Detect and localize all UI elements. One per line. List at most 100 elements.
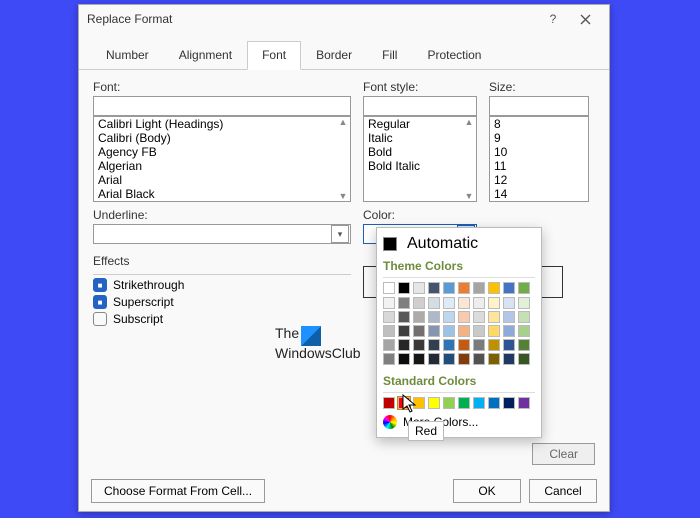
color-swatch[interactable] bbox=[443, 311, 455, 323]
color-swatch[interactable] bbox=[488, 353, 500, 365]
cancel-button[interactable]: Cancel bbox=[529, 479, 597, 503]
close-button[interactable] bbox=[569, 7, 601, 31]
font-item[interactable]: Algerian bbox=[94, 159, 350, 173]
color-swatch[interactable] bbox=[443, 339, 455, 351]
color-swatch[interactable] bbox=[473, 397, 485, 409]
style-item[interactable]: Bold Italic bbox=[364, 159, 476, 173]
color-swatch[interactable] bbox=[488, 282, 500, 294]
font-style-listbox[interactable]: Regular Italic Bold Bold Italic ▲▼ bbox=[363, 116, 477, 202]
color-swatch[interactable] bbox=[458, 325, 470, 337]
color-swatch[interactable] bbox=[443, 397, 455, 409]
font-input[interactable] bbox=[93, 96, 351, 116]
color-swatch[interactable] bbox=[413, 297, 425, 309]
size-listbox[interactable]: 8 9 10 11 12 14 bbox=[489, 116, 589, 202]
color-swatch[interactable] bbox=[458, 282, 470, 294]
color-swatch[interactable] bbox=[428, 282, 440, 294]
color-swatch[interactable] bbox=[413, 339, 425, 351]
color-swatch[interactable] bbox=[518, 339, 530, 351]
font-item[interactable]: Agency FB bbox=[94, 145, 350, 159]
color-swatch[interactable] bbox=[503, 339, 515, 351]
color-swatch[interactable] bbox=[488, 339, 500, 351]
tab-number[interactable]: Number bbox=[91, 41, 164, 69]
color-swatch[interactable] bbox=[488, 297, 500, 309]
color-swatch[interactable] bbox=[473, 282, 485, 294]
color-swatch[interactable] bbox=[428, 311, 440, 323]
color-swatch[interactable] bbox=[503, 325, 515, 337]
font-item[interactable]: Calibri Light (Headings) bbox=[94, 117, 350, 131]
more-colors-item[interactable]: More Colors... bbox=[383, 413, 535, 431]
underline-combo[interactable]: ▾ bbox=[93, 224, 351, 244]
color-swatch[interactable] bbox=[428, 297, 440, 309]
scrollbar[interactable]: ▲▼ bbox=[336, 117, 350, 201]
color-swatch[interactable] bbox=[383, 397, 395, 409]
color-swatch[interactable] bbox=[413, 282, 425, 294]
color-swatch[interactable] bbox=[383, 311, 395, 323]
color-swatch[interactable] bbox=[443, 353, 455, 365]
style-item[interactable]: Bold bbox=[364, 145, 476, 159]
color-swatch[interactable] bbox=[488, 311, 500, 323]
style-item[interactable]: Italic bbox=[364, 131, 476, 145]
color-swatch[interactable] bbox=[398, 325, 410, 337]
color-swatch[interactable] bbox=[503, 311, 515, 323]
font-item[interactable]: Arial bbox=[94, 173, 350, 187]
color-swatch[interactable] bbox=[518, 311, 530, 323]
tab-border[interactable]: Border bbox=[301, 41, 367, 69]
color-swatch[interactable] bbox=[383, 339, 395, 351]
color-swatch[interactable] bbox=[383, 325, 395, 337]
color-swatch[interactable] bbox=[413, 325, 425, 337]
color-swatch[interactable] bbox=[488, 325, 500, 337]
strikethrough-checkbox[interactable]: Strikethrough bbox=[93, 278, 351, 292]
font-item[interactable]: Calibri (Body) bbox=[94, 131, 350, 145]
color-swatch[interactable] bbox=[473, 297, 485, 309]
tab-font[interactable]: Font bbox=[247, 41, 301, 70]
color-swatch[interactable] bbox=[473, 325, 485, 337]
color-swatch[interactable] bbox=[503, 353, 515, 365]
color-swatch[interactable] bbox=[458, 353, 470, 365]
clear-button[interactable]: Clear bbox=[532, 443, 595, 465]
ok-button[interactable]: OK bbox=[453, 479, 521, 503]
color-swatch[interactable] bbox=[503, 297, 515, 309]
chevron-down-icon[interactable]: ▾ bbox=[331, 225, 349, 243]
font-style-input[interactable] bbox=[363, 96, 477, 116]
color-swatch[interactable] bbox=[473, 339, 485, 351]
color-swatch[interactable] bbox=[428, 353, 440, 365]
color-swatch[interactable] bbox=[518, 353, 530, 365]
size-input[interactable] bbox=[489, 96, 589, 116]
subscript-checkbox[interactable]: Subscript bbox=[93, 312, 351, 326]
color-swatch[interactable] bbox=[458, 311, 470, 323]
color-swatch[interactable] bbox=[398, 339, 410, 351]
color-swatch[interactable] bbox=[458, 297, 470, 309]
help-button[interactable]: ? bbox=[537, 7, 569, 31]
superscript-checkbox[interactable]: Superscript bbox=[93, 295, 351, 309]
color-swatch[interactable] bbox=[473, 353, 485, 365]
style-item[interactable]: Regular bbox=[364, 117, 476, 131]
color-swatch[interactable] bbox=[413, 311, 425, 323]
color-swatch[interactable] bbox=[383, 353, 395, 365]
color-swatch[interactable] bbox=[503, 397, 515, 409]
automatic-color-item[interactable]: Automatic bbox=[383, 232, 535, 256]
tab-protection[interactable]: Protection bbox=[412, 41, 496, 69]
color-swatch[interactable] bbox=[428, 339, 440, 351]
color-swatch[interactable] bbox=[458, 339, 470, 351]
tab-alignment[interactable]: Alignment bbox=[164, 41, 247, 69]
color-swatch[interactable] bbox=[443, 297, 455, 309]
color-swatch[interactable] bbox=[443, 325, 455, 337]
color-swatch[interactable] bbox=[398, 297, 410, 309]
color-swatch[interactable] bbox=[488, 397, 500, 409]
color-swatch[interactable] bbox=[413, 353, 425, 365]
color-swatch[interactable] bbox=[518, 297, 530, 309]
choose-format-button[interactable]: Choose Format From Cell... bbox=[91, 479, 265, 503]
color-swatch[interactable] bbox=[443, 282, 455, 294]
color-swatch[interactable] bbox=[383, 297, 395, 309]
font-item[interactable]: Arial Black bbox=[94, 187, 350, 201]
color-swatch[interactable] bbox=[398, 282, 410, 294]
font-listbox[interactable]: Calibri Light (Headings) Calibri (Body) … bbox=[93, 116, 351, 202]
color-swatch[interactable] bbox=[383, 282, 395, 294]
scrollbar[interactable] bbox=[574, 117, 588, 201]
color-swatch[interactable] bbox=[398, 353, 410, 365]
tab-fill[interactable]: Fill bbox=[367, 41, 412, 69]
color-swatch[interactable] bbox=[398, 311, 410, 323]
color-swatch[interactable] bbox=[518, 282, 530, 294]
scrollbar[interactable]: ▲▼ bbox=[462, 117, 476, 201]
color-swatch[interactable] bbox=[518, 325, 530, 337]
